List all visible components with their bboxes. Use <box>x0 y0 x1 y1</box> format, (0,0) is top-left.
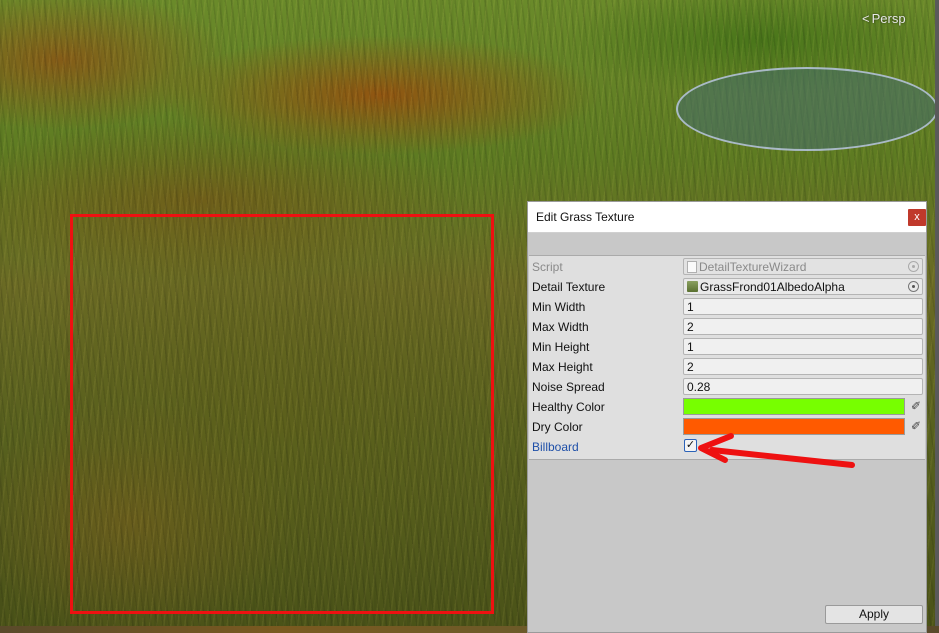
healthy-color-swatch[interactable] <box>683 398 905 415</box>
viewport-edge <box>935 0 939 633</box>
detail-texture-value: GrassFrond01AlbedoAlpha <box>700 280 845 294</box>
row-max-width: Max Width 2 <box>529 317 925 337</box>
row-max-height: Max Height 2 <box>529 357 925 377</box>
script-value: DetailTextureWizard <box>699 260 807 274</box>
edit-grass-texture-window: Edit Grass Texture x Script DetailTextur… <box>527 201 927 633</box>
row-min-width: Min Width 1 <box>529 297 925 317</box>
row-noise-spread: Noise Spread 0.28 <box>529 377 925 397</box>
row-detail-texture: Detail Texture GrassFrond01AlbedoAlpha <box>529 277 925 297</box>
texture-icon <box>687 281 698 292</box>
max-height-label: Max Height <box>532 360 593 374</box>
row-billboard: Billboard ✓ <box>529 437 925 457</box>
window-header-area <box>528 233 926 255</box>
close-button[interactable]: x <box>908 209 926 226</box>
noise-spread-input[interactable]: 0.28 <box>683 378 923 395</box>
row-dry-color: Dry Color ✐ <box>529 417 925 437</box>
max-width-input[interactable]: 2 <box>683 318 923 335</box>
min-width-label: Min Width <box>532 300 586 314</box>
highlight-box <box>70 214 494 614</box>
noise-spread-label: Noise Spread <box>532 380 605 394</box>
max-width-label: Max Width <box>532 320 589 334</box>
billboard-label: Billboard <box>532 440 579 454</box>
row-min-height: Min Height 1 <box>529 337 925 357</box>
script-label: Script <box>532 260 563 274</box>
row-script: Script DetailTextureWizard <box>529 257 925 277</box>
terrain-brush-preview <box>676 67 938 151</box>
script-field: DetailTextureWizard <box>683 258 923 275</box>
chevron-left-icon: < <box>862 11 870 26</box>
window-title: Edit Grass Texture <box>536 210 635 224</box>
healthy-color-label: Healthy Color <box>532 400 605 414</box>
property-list: Script DetailTextureWizard Detail Textur… <box>529 255 925 460</box>
max-height-input[interactable]: 2 <box>683 358 923 375</box>
row-healthy-color: Healthy Color ✐ <box>529 397 925 417</box>
billboard-checkbox[interactable]: ✓ <box>684 439 697 452</box>
dry-color-label: Dry Color <box>532 420 583 434</box>
persp-label: Persp <box>871 11 906 26</box>
min-height-label: Min Height <box>532 340 590 354</box>
eyedropper-icon[interactable]: ✐ <box>909 419 923 434</box>
object-picker-icon[interactable] <box>908 281 919 292</box>
min-height-input[interactable]: 1 <box>683 338 923 355</box>
window-titlebar[interactable]: Edit Grass Texture x <box>528 202 926 233</box>
eyedropper-icon[interactable]: ✐ <box>909 399 923 414</box>
object-picker-icon <box>908 261 919 272</box>
min-width-input[interactable]: 1 <box>683 298 923 315</box>
apply-button[interactable]: Apply <box>825 605 923 624</box>
detail-texture-label: Detail Texture <box>532 280 606 294</box>
scene-gizmo-persp[interactable]: < Persp <box>862 11 906 26</box>
script-file-icon <box>687 261 697 273</box>
detail-texture-field[interactable]: GrassFrond01AlbedoAlpha <box>683 278 923 295</box>
dry-color-swatch[interactable] <box>683 418 905 435</box>
